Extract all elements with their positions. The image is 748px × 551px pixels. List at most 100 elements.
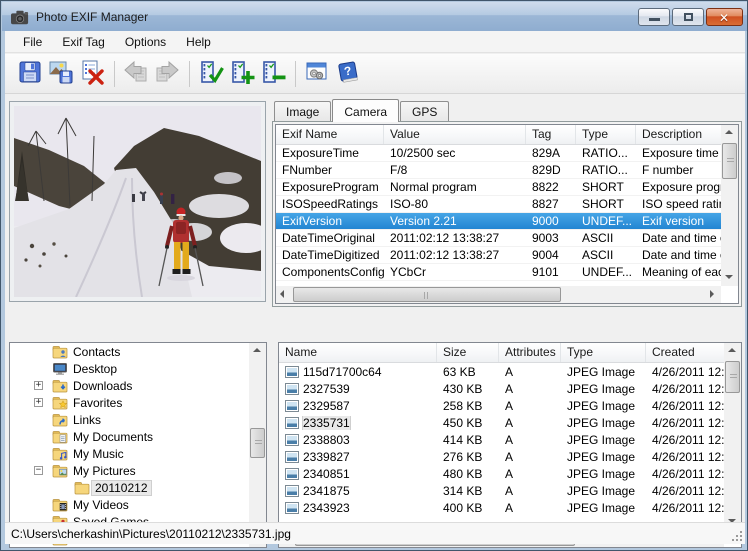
arrow-up-icon <box>725 130 733 134</box>
status-bar: C:\Users\cherkashin\Pictures\20110212\23… <box>5 522 745 544</box>
image-file-icon <box>285 451 299 463</box>
exif-row[interactable]: ExposureProgramNormal program8822SHORTEx… <box>276 179 723 196</box>
exif-row[interactable]: FNumberF/8829DRATIO...F number <box>276 162 723 179</box>
scrollbar-thumb[interactable] <box>722 143 737 179</box>
close-button[interactable]: ✕ <box>706 8 743 26</box>
tree-item-my-videos[interactable]: My Videos <box>10 496 266 513</box>
menu-exif-tag[interactable]: Exif Tag <box>52 32 114 52</box>
tree-expander[interactable]: + <box>34 381 43 390</box>
vertical-scrollbar[interactable] <box>249 343 266 547</box>
menu-help[interactable]: Help <box>176 32 221 52</box>
tree-expander[interactable]: + <box>34 398 43 407</box>
file-row[interactable]: 115d71700c6463 KBAJPEG Image4/26/2011 12… <box>279 363 724 380</box>
folder-tree: Contacts Desktop + Downloads + Favorites… <box>9 342 267 548</box>
column-header[interactable]: Exif Name <box>276 125 384 144</box>
scroll-down-button[interactable] <box>721 269 738 286</box>
column-header[interactable]: Type <box>561 343 646 362</box>
remove-exif-tag-button[interactable] <box>258 59 288 89</box>
column-header[interactable]: Name <box>279 343 437 362</box>
file-table-header: NameSizeAttributesTypeCreated <box>279 343 724 363</box>
column-header[interactable]: Value <box>384 125 526 144</box>
videos-folder-icon <box>52 497 68 512</box>
tab-camera[interactable]: Camera <box>332 99 399 122</box>
scroll-up-button[interactable] <box>249 343 266 360</box>
file-cell: A <box>499 450 561 464</box>
file-row[interactable]: 2339827276 KBAJPEG Image4/26/2011 12: <box>279 448 724 465</box>
exif-row[interactable]: DateTimeDigitized2011:02:12 13:38:279004… <box>276 247 723 264</box>
column-header[interactable]: Tag <box>526 125 576 144</box>
music-folder-icon <box>52 446 68 461</box>
apply-exif-button[interactable] <box>196 59 226 89</box>
scroll-left-button[interactable] <box>276 286 293 303</box>
delete-list-icon <box>79 59 105 88</box>
close-icon: ✕ <box>719 11 729 25</box>
file-row[interactable]: 2338803414 KBAJPEG Image4/26/2011 12: <box>279 431 724 448</box>
scroll-up-button[interactable] <box>721 125 738 142</box>
exif-cell: ISOSpeedRatings <box>276 197 384 211</box>
favorites-folder-icon <box>52 395 68 410</box>
file-cell: 400 KB <box>437 501 499 515</box>
tree-item-20110212[interactable]: 20110212 <box>10 479 266 496</box>
file-cell: 314 KB <box>437 484 499 498</box>
arrow-left-icon <box>280 290 284 298</box>
exif-cell: F/8 <box>384 163 526 177</box>
tree-item-my-documents[interactable]: My Documents <box>10 428 266 445</box>
scrollbar-thumb[interactable] <box>725 361 740 393</box>
tab-gps[interactable]: GPS <box>400 101 449 122</box>
menu-file[interactable]: File <box>13 32 52 52</box>
vertical-scrollbar[interactable] <box>721 125 738 286</box>
file-row[interactable]: 2343923400 KBAJPEG Image4/26/2011 12: <box>279 499 724 516</box>
settings-button[interactable] <box>302 59 332 89</box>
title-bar[interactable]: Photo EXIF Manager ✕ <box>2 2 748 31</box>
downloads-folder-icon <box>52 378 68 393</box>
column-header[interactable]: Type <box>576 125 636 144</box>
tree-item-label: Contacts <box>70 345 123 359</box>
tree-item-contacts[interactable]: Contacts <box>10 343 266 360</box>
file-row[interactable]: 2335731450 KBAJPEG Image4/26/2011 12: <box>279 414 724 431</box>
column-header[interactable]: Size <box>437 343 499 362</box>
file-row[interactable]: 2341875314 KBAJPEG Image4/26/2011 12: <box>279 482 724 499</box>
scrollbar-thumb[interactable] <box>250 428 265 458</box>
tree-item-downloads[interactable]: + Downloads <box>10 377 266 394</box>
film-check-icon <box>198 59 224 88</box>
exif-row[interactable]: DateTimeOriginal2011:02:12 13:38:279003A… <box>276 230 723 247</box>
column-header[interactable]: Attributes <box>499 343 561 362</box>
tree-item-label: 20110212 <box>92 481 151 495</box>
scroll-right-button[interactable] <box>704 286 721 303</box>
tree-item-my-music[interactable]: My Music <box>10 445 266 462</box>
file-row[interactable]: 2327539430 KBAJPEG Image4/26/2011 12: <box>279 380 724 397</box>
save-exif-button[interactable] <box>15 59 45 89</box>
file-row[interactable]: 2340851480 KBAJPEG Image4/26/2011 12: <box>279 465 724 482</box>
image-file-icon <box>285 502 299 514</box>
file-cell: JPEG Image <box>561 501 646 515</box>
exif-row[interactable]: ISOSpeedRatingsISO-808827SHORTISO speed … <box>276 196 723 213</box>
arrow-down-icon <box>725 275 733 279</box>
documents-folder-icon <box>52 429 68 444</box>
tree-item-links[interactable]: Links <box>10 411 266 428</box>
exif-cell: UNDEF... <box>576 214 636 228</box>
tree-item-favorites[interactable]: + Favorites <box>10 394 266 411</box>
add-exif-tag-button[interactable] <box>227 59 257 89</box>
file-row[interactable]: 2329587258 KBAJPEG Image4/26/2011 12: <box>279 397 724 414</box>
scroll-up-button[interactable] <box>724 343 741 360</box>
tree-expander[interactable]: − <box>34 466 43 475</box>
maximize-button[interactable] <box>672 8 704 26</box>
delete-exif-list-button[interactable] <box>77 59 107 89</box>
help-book-button[interactable]: ? <box>333 59 363 89</box>
scrollbar-thumb[interactable] <box>293 287 561 302</box>
file-cell: A <box>499 365 561 379</box>
vertical-scrollbar[interactable] <box>724 343 741 530</box>
toolbar-separator <box>189 61 190 87</box>
horizontal-scrollbar[interactable] <box>276 286 721 303</box>
save-image-button[interactable] <box>46 59 76 89</box>
menu-options[interactable]: Options <box>115 32 176 52</box>
exif-row[interactable]: ComponentsConfig...YCbCr9101UNDEF...Mean… <box>276 264 723 281</box>
arrow-right-icon <box>154 59 180 88</box>
tree-item-my-pictures[interactable]: − My Pictures <box>10 462 266 479</box>
exif-row[interactable]: ExposureTime10/2500 sec829ARATIO...Expos… <box>276 145 723 162</box>
resize-grip[interactable] <box>731 530 743 542</box>
minimize-button[interactable] <box>638 8 670 26</box>
tree-item-desktop[interactable]: Desktop <box>10 360 266 377</box>
tab-image[interactable]: Image <box>274 101 331 122</box>
exif-row[interactable]: ExifVersionVersion 2.219000UNDEF...Exif … <box>276 213 723 230</box>
